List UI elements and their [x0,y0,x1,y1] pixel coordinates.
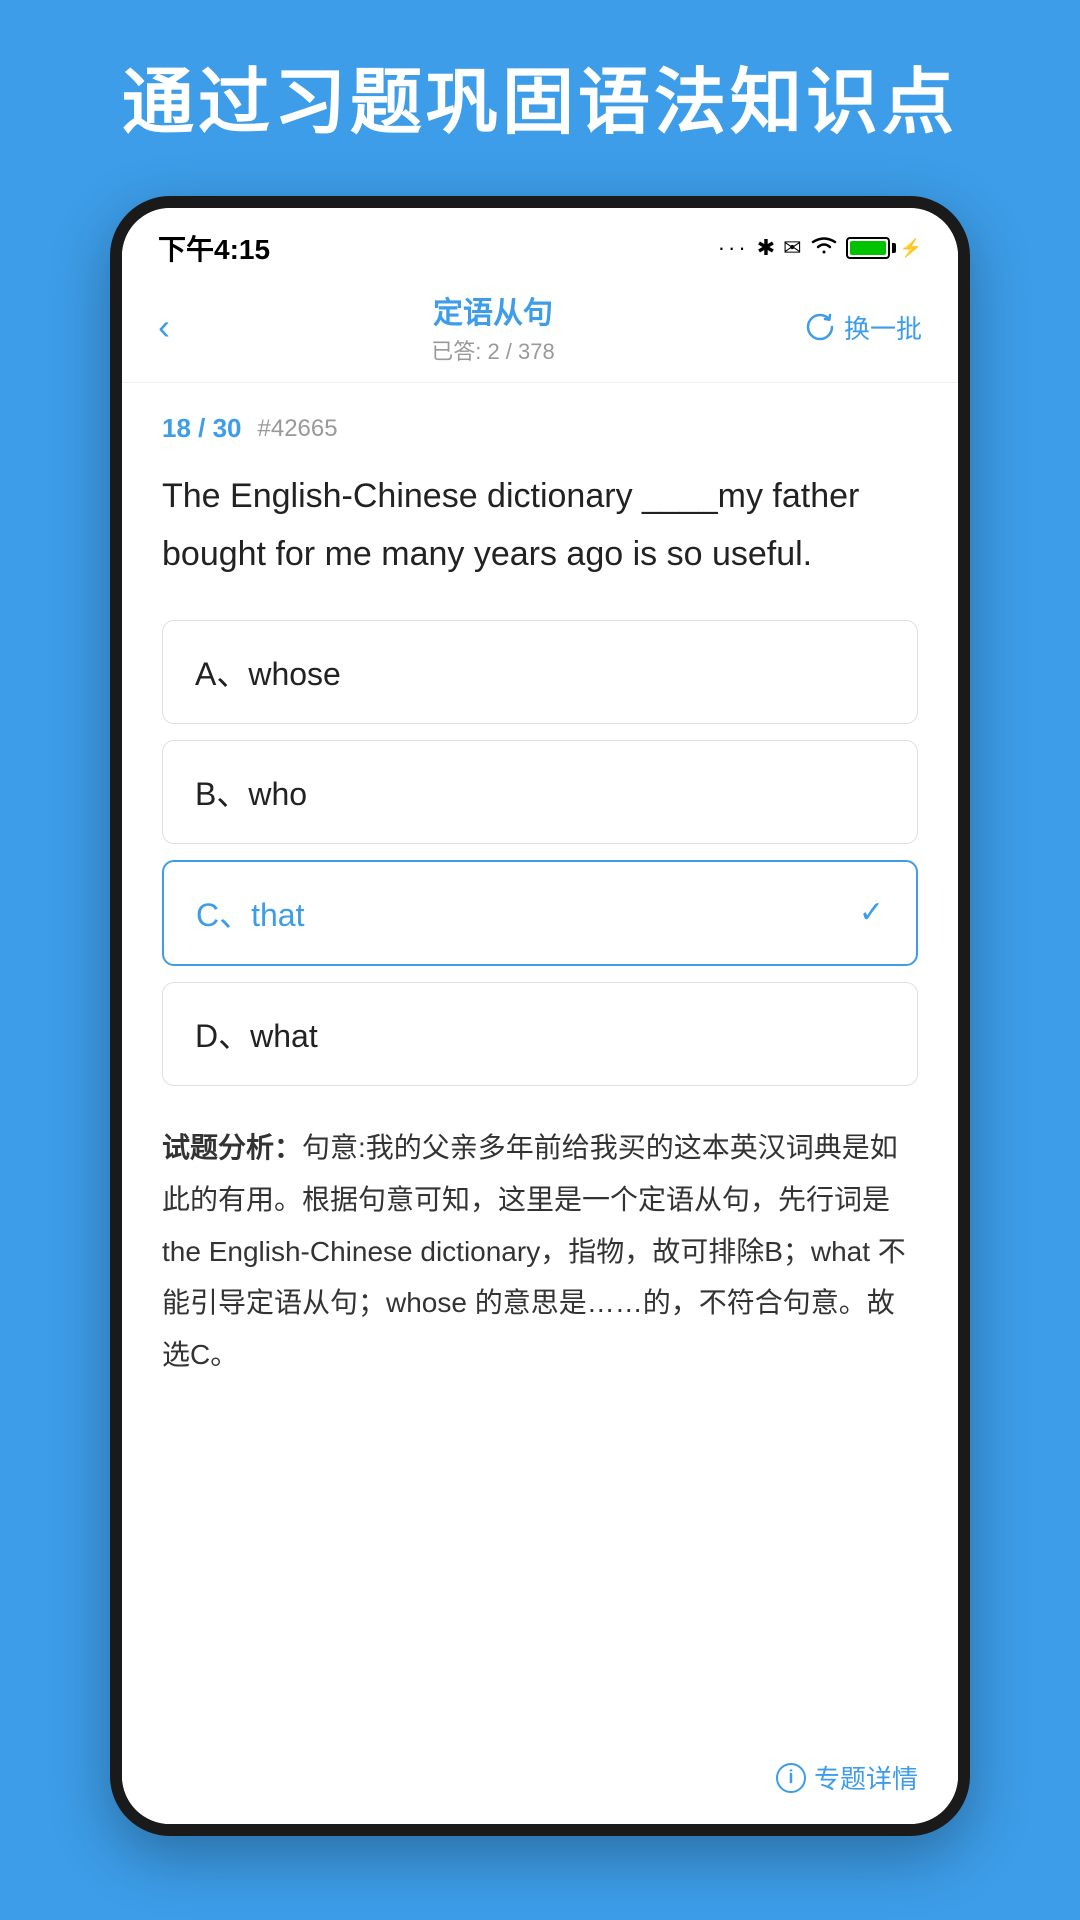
option-b[interactable]: B、who [162,740,918,844]
topic-detail-label: 专题详情 [814,1759,918,1796]
nav-title: 定语从句 [431,288,555,332]
nav-bar: ‹ 定语从句 已答: 2 / 378 换一批 [122,278,958,383]
question-meta: 18 / 30 #42665 [162,413,918,444]
check-icon: ✓ [859,895,884,930]
dots-icon: ··· [718,235,749,261]
status-time: 下午4:15 [158,228,270,268]
nav-subtitle: 已答: 2 / 378 [431,334,555,366]
status-bar: 下午4:15 ··· ✱ ✉ ⚡ [122,208,958,278]
content-area: 18 / 30 #42665 The English-Chinese dicti… [122,383,958,1836]
option-d-label: D、what [195,1011,318,1057]
battery-icon: ⚡ [846,237,922,259]
wifi-icon [810,234,838,262]
refresh-icon [804,311,836,343]
question-id: #42665 [258,415,338,443]
phone-frame: 下午4:15 ··· ✱ ✉ ⚡ ‹ 定语从 [110,196,970,1836]
option-c[interactable]: C、that ✓ [162,860,918,966]
option-a[interactable]: A、whose [162,620,918,724]
page-title: 通过习题巩固语法知识点 [62,0,1018,196]
refresh-button[interactable]: 换一批 [804,309,922,346]
bluetooth-icon: ✱ [757,235,775,261]
option-d[interactable]: D、what [162,982,918,1086]
back-button[interactable]: ‹ [158,302,182,352]
question-text: The English-Chinese dictionary ____my fa… [162,468,918,584]
info-icon: i [776,1763,806,1793]
message-icon: ✉ [783,235,801,261]
topic-detail-button[interactable]: i 专题详情 [776,1759,918,1796]
option-a-label: A、whose [195,649,341,695]
analysis-section: 试题分析：句意:我的父亲多年前给我买的这本英汉词典是如此的有用。根据句意可知，这… [162,1122,918,1381]
nav-center: 定语从句 已答: 2 / 378 [431,288,555,366]
analysis-label: 试题分析： [162,1132,302,1163]
options-list: A、whose B、who C、that ✓ D、what [162,620,918,1086]
option-b-label: B、who [195,769,307,815]
status-icons: ··· ✱ ✉ ⚡ [718,234,922,262]
analysis-text: 句意:我的父亲多年前给我买的这本英汉词典是如此的有用。根据句意可知，这里是一个定… [162,1132,906,1370]
question-progress: 18 / 30 [162,413,242,444]
refresh-label: 换一批 [844,309,922,346]
option-c-label: C、that [196,890,305,936]
